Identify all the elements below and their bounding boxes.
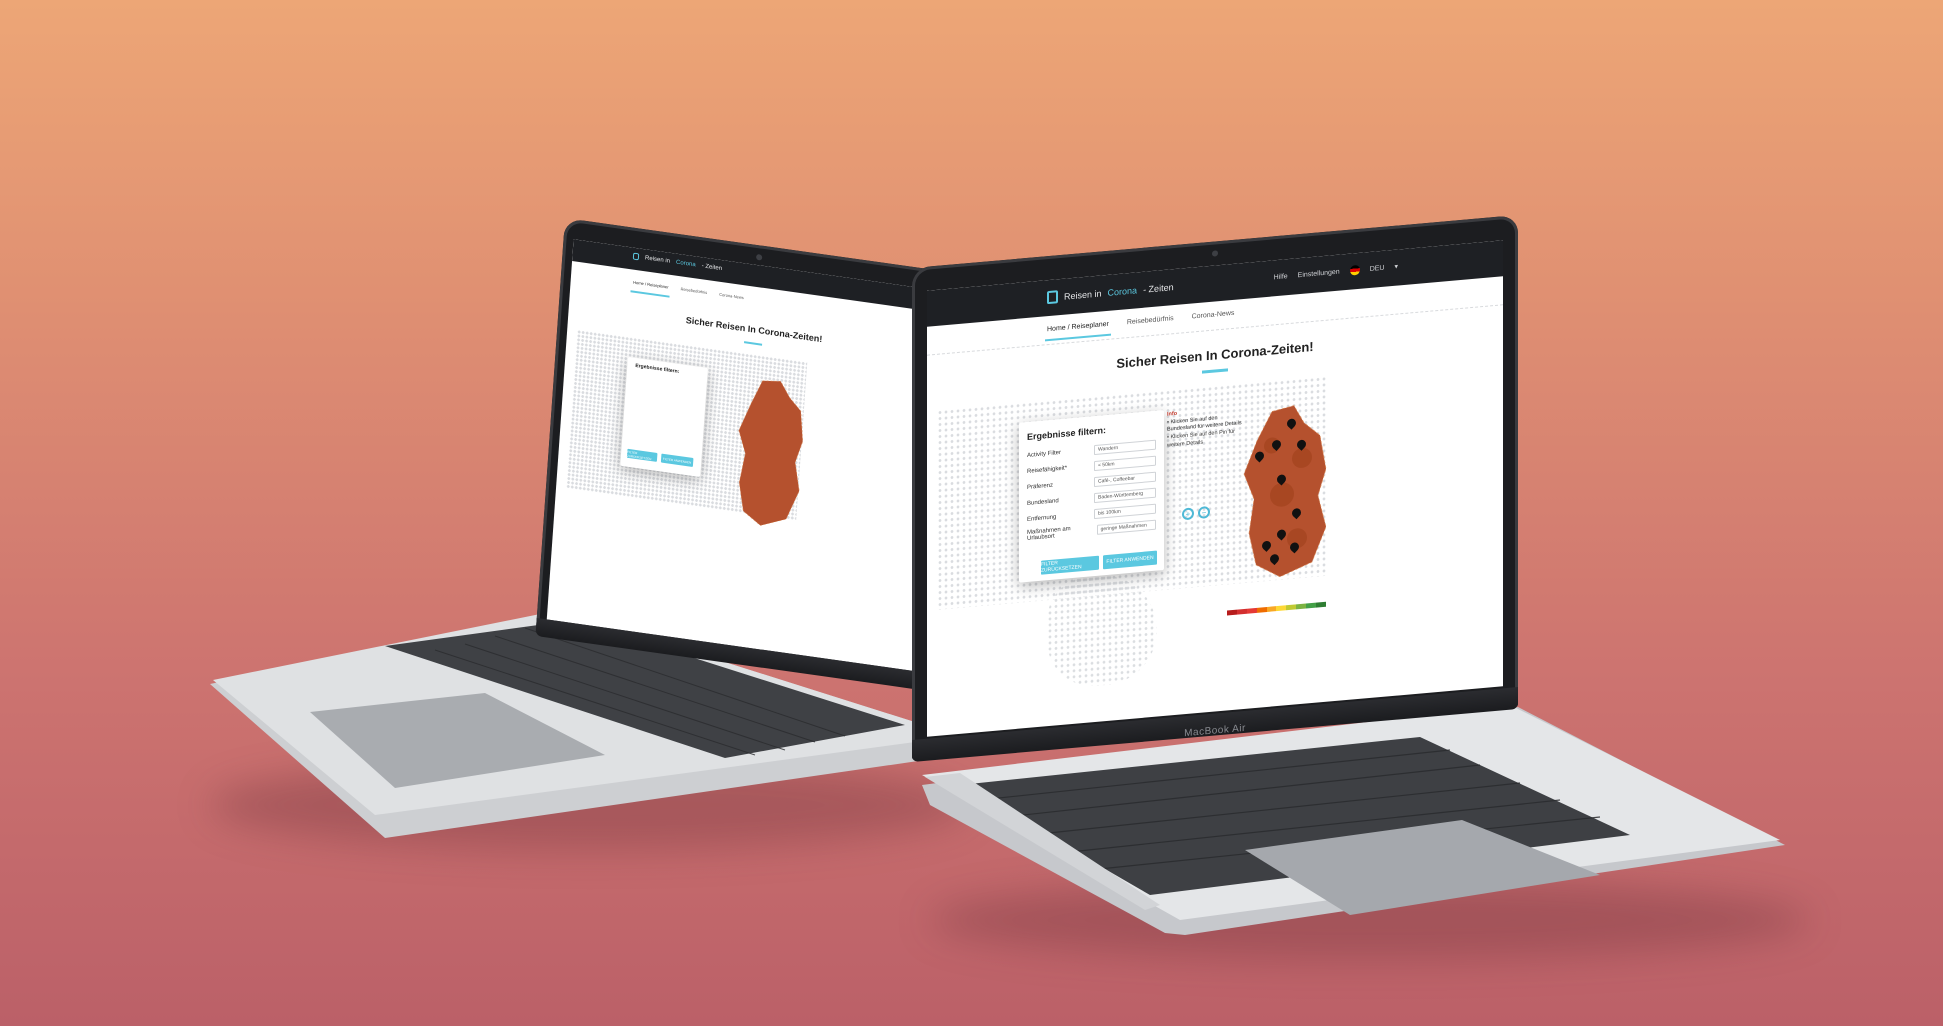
- apply-filter-button-front[interactable]: FILTER ANWENDEN: [1103, 550, 1157, 570]
- header-right: Hilfe Einstellungen DEU ▾: [1274, 261, 1398, 282]
- praeferenz-select[interactable]: Café-, Coffeebar: [1094, 471, 1156, 488]
- logo-accent: Corona: [675, 259, 696, 268]
- risk-legend: [1227, 593, 1337, 616]
- logo-icon: [632, 252, 640, 261]
- entfernung-select[interactable]: bis 100km: [1094, 503, 1156, 520]
- tab-corona-news-front[interactable]: Corona-News: [1190, 306, 1237, 329]
- site-logo-front[interactable]: Reisen in Corona - Zeiten: [1047, 280, 1174, 305]
- laptop-back-screen: Reisen in Corona - Zeiten Home / Reisepl…: [546, 239, 944, 672]
- language-select[interactable]: DEU: [1370, 264, 1385, 272]
- help-link[interactable]: Hilfe: [1274, 273, 1288, 281]
- camera-dot: [755, 253, 763, 261]
- laptop-front-bezel: Reisen in Corona - Zeiten Hilfe Einstell…: [912, 214, 1518, 762]
- filter-label: Bundesland: [1027, 498, 1059, 507]
- camera-dot-front: [1212, 250, 1218, 257]
- legend-swatch: [1236, 608, 1247, 615]
- reisefaehigkeit-select[interactable]: < 50km: [1094, 455, 1156, 472]
- logo-accent-front: Corona: [1107, 284, 1138, 298]
- germany-map-front[interactable]: [1242, 400, 1332, 588]
- info-box: Info • Klicken Sie auf den Bundesland fü…: [1167, 405, 1242, 450]
- title-underline: [744, 341, 763, 346]
- page-title-front: Sicher Reisen In Corona-Zeiten!: [1116, 338, 1314, 372]
- chevron-down-icon: ▾: [1394, 263, 1398, 271]
- activity-select[interactable]: Wandern: [1094, 439, 1156, 456]
- filter-panel-front: Ergebnisse filtern: Activity Filter Wand…: [1019, 409, 1164, 583]
- filter-label: Activity Filter: [1027, 449, 1062, 459]
- logo-text: Reisen in: [644, 254, 671, 265]
- tab-reisebeduerfnis-front[interactable]: Reisebedürfnis: [1125, 311, 1176, 334]
- reset-filter-button-front[interactable]: FILTER ZURÜCKSETZEN: [1041, 555, 1099, 575]
- filter-panel: Ergebnisse filtern: FILTER ZURÜCKSETZEN …: [620, 356, 708, 478]
- site-header: Reisen in Corona - Zeiten: [572, 239, 944, 313]
- logo-text-end-front: - Zeiten: [1143, 281, 1174, 295]
- filter-label: Maßnahmen am Urlaubsort: [1027, 526, 1071, 542]
- germany-map[interactable]: [730, 373, 811, 541]
- tab-corona-news[interactable]: Corona-News: [717, 287, 747, 308]
- legend-swatch: [1276, 605, 1287, 612]
- legend-swatch: [1227, 609, 1237, 616]
- logo-icon-front: [1047, 290, 1058, 305]
- laptop-back-bezel: Reisen in Corona - Zeiten Home / Reisepl…: [535, 218, 955, 691]
- germany-flag-icon: [1349, 264, 1360, 276]
- account-link[interactable]: Einstellungen: [1298, 268, 1340, 279]
- apply-filter-button[interactable]: FILTER ANWENDEN: [660, 453, 694, 467]
- legend-swatch: [1296, 603, 1307, 610]
- filter-label: Präferenz: [1027, 482, 1054, 491]
- laptop-front-screen: Reisen in Corona - Zeiten Hilfe Einstell…: [927, 240, 1503, 737]
- legend-swatch: [1266, 606, 1277, 612]
- legend-swatch: [1306, 602, 1317, 609]
- logo-text-end: - Zeiten: [701, 262, 723, 272]
- massnahmen-select[interactable]: geringe Maßnahmen: [1096, 519, 1156, 535]
- legend-swatch: [1246, 607, 1257, 614]
- logo-text-front: Reisen in: [1064, 287, 1102, 302]
- site-logo[interactable]: Reisen in Corona - Zeiten: [632, 252, 723, 272]
- bundesland-select[interactable]: Baden-Württemberg: [1094, 487, 1156, 504]
- filter-label: Entfernung: [1027, 514, 1057, 523]
- reset-filter-button[interactable]: FILTER ZURÜCKSETZEN: [626, 448, 658, 462]
- tab-home-front[interactable]: Home / Reiseplaner: [1045, 316, 1111, 342]
- title-underline-front: [1202, 368, 1228, 374]
- legend-swatch: [1316, 601, 1326, 608]
- filter-title: Ergebnisse filtern:: [635, 362, 680, 376]
- tab-reisebeduerfnis[interactable]: Reisebedürfnis: [678, 282, 710, 303]
- filter-label: Reisefähigkeit*: [1027, 465, 1068, 475]
- tab-home[interactable]: Home / Reiseplaner: [630, 275, 672, 298]
- filter-title-front: Ergebnisse filtern:: [1027, 425, 1107, 442]
- legend-swatch: [1256, 606, 1267, 613]
- legend-swatch: [1286, 604, 1297, 611]
